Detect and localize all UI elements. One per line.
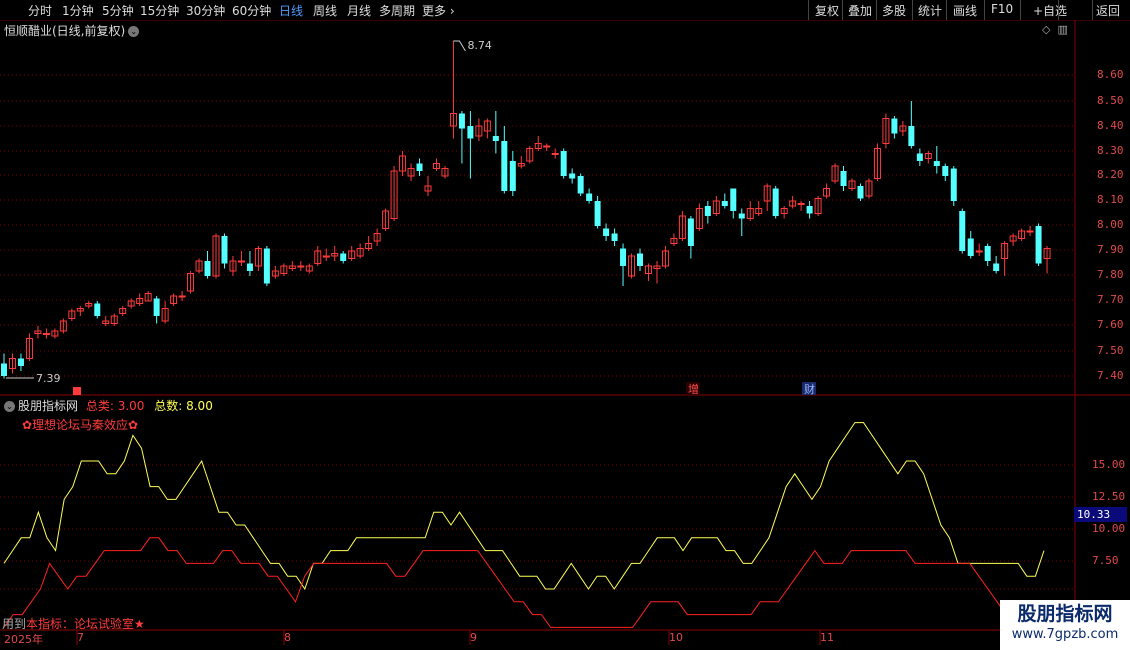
candle-body xyxy=(297,265,305,268)
indicator-subtitle: ✿理想论坛马秦效应✿ xyxy=(22,418,139,432)
price-tick: 7.80 xyxy=(1097,268,1124,281)
candle-body xyxy=(237,260,245,263)
indicator-tick: 10.00 xyxy=(1092,522,1126,535)
candle-body xyxy=(221,236,228,264)
candle-body xyxy=(611,233,618,241)
month-label: 8 xyxy=(284,631,291,644)
chevron-down-icon[interactable]: ⌄ xyxy=(4,401,15,412)
candle-body xyxy=(551,153,559,155)
candle-body xyxy=(959,211,966,251)
price-tick: 8.10 xyxy=(1097,193,1124,206)
total-class-label: 总类: 3.00 xyxy=(85,399,145,413)
candle-body xyxy=(797,203,805,205)
candle-body xyxy=(975,250,983,253)
candle-body xyxy=(721,201,728,206)
price-tick: 8.30 xyxy=(1097,144,1124,157)
year-label: 2025年 xyxy=(4,633,43,646)
candle-body xyxy=(806,206,813,214)
indicator-tick: 15.00 xyxy=(1092,458,1126,471)
candle-body xyxy=(204,261,211,276)
candle-body xyxy=(1026,230,1034,233)
candle-body xyxy=(246,263,253,271)
candle-body xyxy=(730,188,737,211)
yellow-line xyxy=(3,422,1045,591)
candle-body xyxy=(492,136,499,141)
candle-body xyxy=(42,333,50,335)
candle-body xyxy=(687,218,694,246)
high-pointer xyxy=(453,40,466,52)
candle-body xyxy=(916,153,923,161)
price-tick: 8.00 xyxy=(1097,218,1124,231)
month-label: 7 xyxy=(77,631,84,644)
candle-body xyxy=(1,363,7,376)
indicator-title: ⌄ 股朋指标网 总类: 3.00 总数: 8.00 xyxy=(4,397,213,414)
candle-body xyxy=(738,213,745,219)
marker-cai: 财 xyxy=(804,382,815,396)
month-label: 9 xyxy=(470,631,477,644)
candle-body xyxy=(501,141,508,191)
candle-body xyxy=(942,166,949,176)
candle-body xyxy=(17,358,24,366)
candle-body xyxy=(933,161,940,166)
bottom-note-prefix: 用到 xyxy=(2,617,27,631)
price-tick: 7.70 xyxy=(1097,293,1124,306)
candle-body xyxy=(840,171,847,186)
price-tick: 7.90 xyxy=(1097,243,1124,256)
candle-body xyxy=(263,248,270,284)
candle-body xyxy=(857,186,864,199)
candle-body xyxy=(509,161,516,191)
candle-body xyxy=(178,295,186,298)
candle-body xyxy=(322,255,330,258)
candle-body xyxy=(1035,226,1042,264)
watermark-url: www.7gpzb.com xyxy=(1011,627,1119,642)
candle-body xyxy=(950,168,957,201)
candle-body xyxy=(577,176,584,194)
candle-body xyxy=(153,298,160,316)
indicator-name: 股朋指标网 xyxy=(18,399,79,413)
candle-body xyxy=(772,188,779,216)
price-tick: 7.40 xyxy=(1097,369,1124,382)
price-tick: 8.40 xyxy=(1097,119,1124,132)
candle-body xyxy=(993,263,1000,271)
high-price-label: 8.74 xyxy=(467,39,492,52)
candle-body xyxy=(908,126,915,146)
candle-body xyxy=(984,246,991,261)
candle-body xyxy=(340,253,347,261)
candle-body xyxy=(620,248,627,266)
price-tick: 8.60 xyxy=(1097,68,1124,81)
price-tick: 7.60 xyxy=(1097,318,1124,331)
candle-body xyxy=(637,253,643,266)
watermark-title: 股朋指标网 xyxy=(1017,603,1113,625)
watermark: 股朋指标网 www.7gpzb.com xyxy=(1000,600,1130,650)
month-label: 10 xyxy=(669,631,683,644)
chart-canvas[interactable]: 8.74 7.39 增 财 xyxy=(0,0,1130,650)
low-price-label: 7.39 xyxy=(36,372,61,385)
candle-body xyxy=(467,126,474,139)
candle-body xyxy=(560,151,567,176)
candle-body xyxy=(967,238,974,256)
bottom-note: 用到本指标：论坛试验室★ xyxy=(2,615,145,632)
indicator-tick: 12.50 xyxy=(1092,490,1126,503)
candle-body xyxy=(569,173,576,179)
candle-body xyxy=(704,206,711,216)
candle-body xyxy=(603,228,610,236)
candle-body xyxy=(543,145,551,148)
price-tick: 7.50 xyxy=(1097,344,1124,357)
candle-body xyxy=(458,113,465,129)
marker-dot xyxy=(73,387,81,395)
candle-body xyxy=(416,163,423,171)
candle-body xyxy=(891,118,898,134)
indicator-current-value: 10.33 xyxy=(1074,507,1127,522)
marker-zeng: 增 xyxy=(688,382,699,396)
candle-body xyxy=(94,303,101,316)
total-count-label: 总数: 8.00 xyxy=(154,399,213,413)
indicator-tick: 7.50 xyxy=(1092,554,1119,567)
red-line xyxy=(3,537,1016,628)
price-tick: 8.50 xyxy=(1097,94,1124,107)
month-label: 11 xyxy=(820,631,834,644)
candle-body xyxy=(586,193,593,201)
candle-body xyxy=(594,201,601,226)
bottom-note-red: 本指标：论坛试验室★ xyxy=(26,617,145,631)
price-tick: 8.20 xyxy=(1097,168,1124,181)
